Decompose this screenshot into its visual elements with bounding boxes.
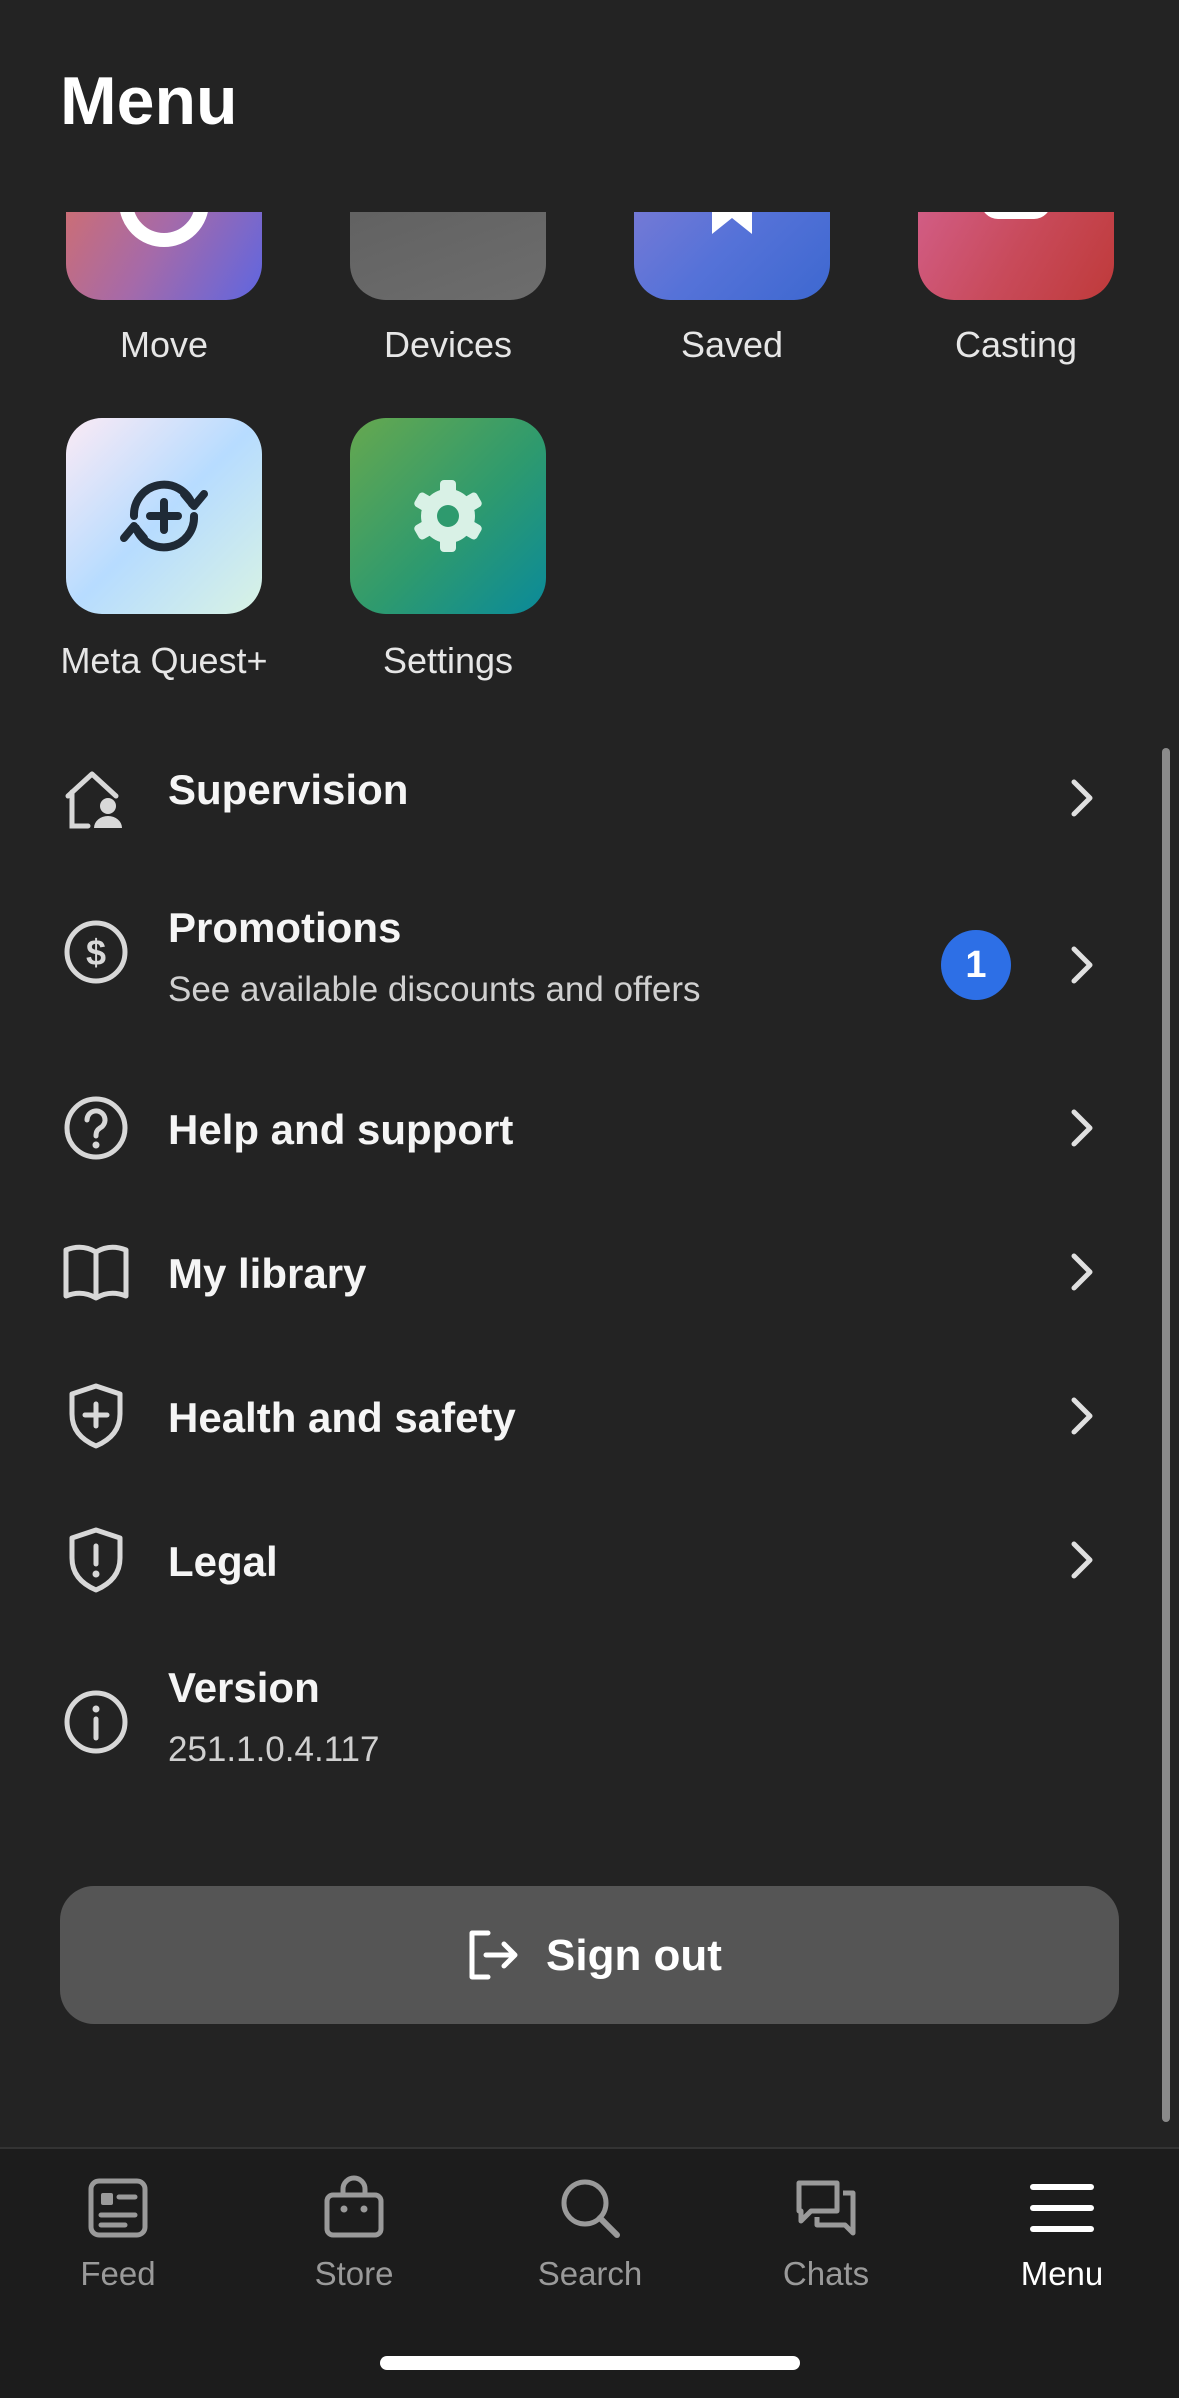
tab-menu[interactable]: Menu — [944, 2149, 1179, 2329]
tab-label: Chats — [782, 2255, 870, 2292]
gear-icon — [414, 480, 482, 552]
meta-quest-plus-icon — [120, 480, 208, 552]
version-info: Version 251.1.0.4.117 — [0, 1640, 1179, 1810]
tab-label: Store — [314, 2255, 394, 2292]
page-title: Menu — [60, 63, 238, 139]
menu-item-help-and-support[interactable]: Help and support — [0, 1064, 1179, 1194]
menu-item-title: Legal — [168, 1538, 278, 1585]
version-title: Version — [168, 1664, 320, 1711]
tab-label: Feed — [80, 2255, 156, 2292]
store-icon — [324, 2175, 384, 2238]
app-tile-meta-quest-plus[interactable] — [66, 418, 262, 614]
menu-item-legal[interactable]: Legal — [0, 1496, 1179, 1626]
menu-item-title: Supervision — [168, 766, 409, 813]
menu-content[interactable]: Move Devices Saved Casting Meta Quest+ S… — [0, 212, 1179, 2147]
chevron-right-icon — [1071, 1541, 1093, 1579]
app-tile-casting[interactable] — [918, 212, 1114, 300]
svg-text:$: $ — [86, 932, 106, 973]
tab-search[interactable]: Search — [472, 2149, 708, 2329]
app-label-meta-quest-plus: Meta Quest+ — [60, 640, 268, 681]
app-tile-saved[interactable] — [634, 212, 830, 300]
sign-out-icon — [469, 1930, 518, 1980]
help-circle-icon — [64, 1096, 128, 1160]
home-indicator[interactable] — [380, 2356, 800, 2370]
menu-item-title: My library — [168, 1250, 367, 1297]
sign-out-button[interactable]: Sign out — [60, 1886, 1119, 2024]
tab-chats[interactable]: Chats — [708, 2149, 944, 2329]
app-tile-move[interactable] — [66, 212, 262, 300]
tab-feed[interactable]: Feed — [0, 2149, 236, 2329]
menu-item-subtitle: See available discounts and offers — [168, 970, 701, 1009]
app-label-casting: Casting — [954, 324, 1078, 365]
book-open-icon — [63, 1244, 129, 1301]
app-label-saved: Saved — [680, 324, 784, 365]
app-tile-devices[interactable] — [350, 212, 546, 300]
chevron-right-icon — [1071, 1253, 1093, 1291]
notification-badge: 1 — [941, 930, 1011, 1000]
menu-item-title: Promotions — [168, 904, 402, 951]
chats-icon — [796, 2180, 856, 2236]
chevron-right-icon — [1071, 1397, 1093, 1435]
menu-item-supervision[interactable]: Supervision — [0, 732, 1179, 862]
chevron-right-icon — [1071, 779, 1093, 817]
shield-plus-icon — [69, 1383, 123, 1449]
dollar-circle-icon: $ — [64, 920, 128, 984]
menu-item-title: Help and support — [168, 1106, 514, 1153]
chevron-right-icon — [1071, 1109, 1093, 1147]
cast-icon — [984, 212, 1048, 219]
app-tile-settings[interactable] — [350, 418, 546, 614]
scrollbar[interactable] — [1162, 748, 1170, 2122]
info-circle-icon — [64, 1690, 128, 1754]
app-label-devices: Devices — [383, 324, 513, 365]
menu-item-promotions[interactable]: $ Promotions See available discounts and… — [0, 880, 1179, 1050]
tab-store[interactable]: Store — [236, 2149, 472, 2329]
menu-item-health-and-safety[interactable]: Health and safety — [0, 1352, 1179, 1482]
search-icon — [561, 2179, 620, 2238]
shield-alert-icon — [69, 1527, 123, 1593]
feed-icon — [88, 2178, 148, 2238]
menu-item-my-library[interactable]: My library — [0, 1208, 1179, 1338]
supervision-icon — [65, 771, 122, 829]
app-label-move: Move — [119, 324, 209, 365]
app-label-settings: Settings — [382, 640, 514, 681]
chevron-right-icon — [1071, 946, 1093, 984]
move-icon — [120, 212, 208, 247]
headset-icon — [350, 212, 546, 300]
tab-label: Search — [537, 2255, 643, 2292]
menu-item-title: Health and safety — [168, 1394, 516, 1441]
sign-out-label: Sign out — [546, 1931, 722, 1980]
menu-icon — [1030, 2184, 1094, 2232]
tab-label: Menu — [1020, 2255, 1104, 2292]
version-value: 251.1.0.4.117 — [168, 1730, 380, 1769]
bookmark-icon — [712, 212, 752, 234]
